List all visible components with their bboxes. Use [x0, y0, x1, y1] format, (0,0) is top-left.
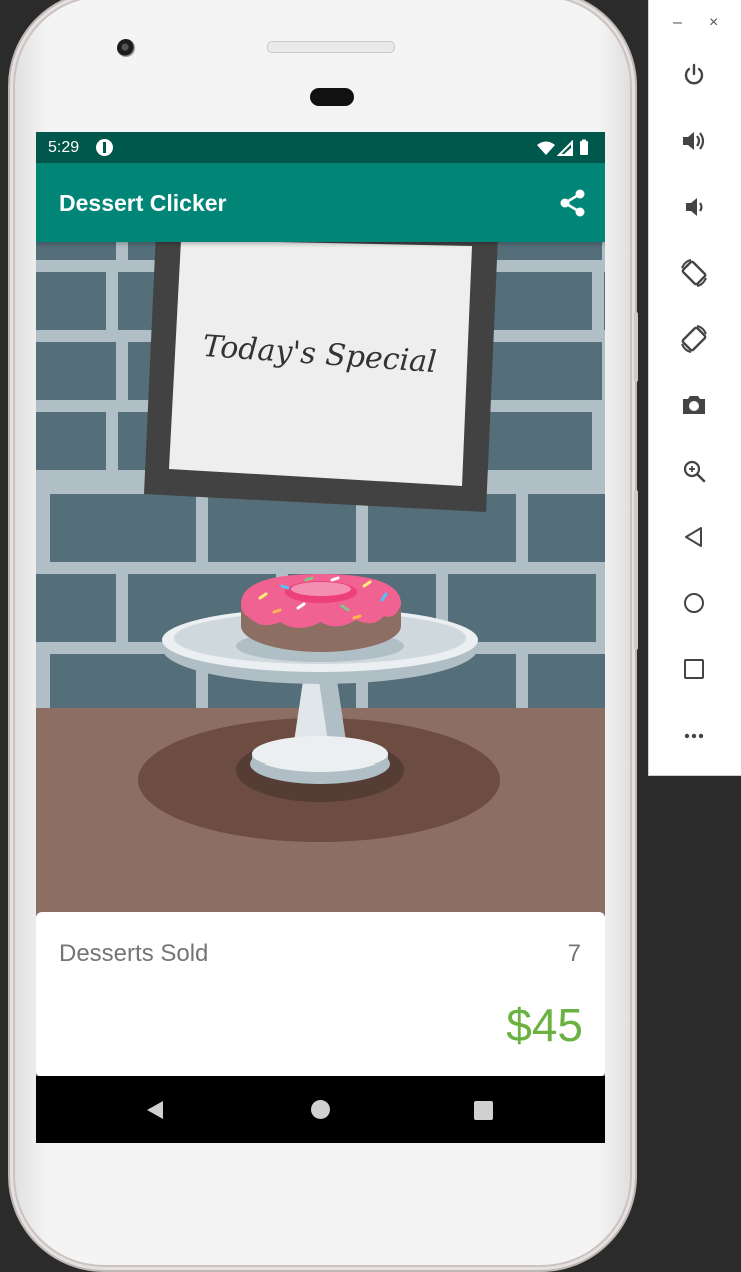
emu-back-button[interactable]	[677, 520, 711, 554]
app-title: Dessert Clicker	[59, 190, 227, 216]
close-button[interactable]: ×	[709, 14, 718, 32]
desserts-sold-label: Desserts Sold	[59, 940, 209, 967]
share-icon[interactable]	[557, 187, 589, 219]
home-icon	[684, 593, 704, 613]
zoom-button[interactable]	[677, 454, 711, 488]
donut-dessert[interactable]	[241, 574, 401, 652]
side-button	[634, 312, 638, 382]
minimize-button[interactable]: –	[673, 14, 682, 32]
volume-down-icon	[686, 198, 703, 216]
sales-info-card: Desserts Sold 7 $45	[36, 912, 605, 1076]
back-icon	[685, 527, 702, 547]
dessert-scene: Today's Special	[36, 202, 605, 912]
volume-up-button[interactable]	[677, 124, 711, 158]
battery-icon	[580, 141, 588, 155]
volume-up-icon	[683, 132, 705, 150]
more-button[interactable]	[677, 718, 711, 752]
status-bar: 5:29	[36, 132, 605, 163]
emu-overview-button[interactable]	[677, 652, 711, 686]
power-button[interactable]	[677, 58, 711, 92]
emulator-toolbar: – ×	[648, 0, 741, 776]
notification-icon	[96, 139, 113, 156]
nav-home-icon[interactable]	[311, 1100, 330, 1119]
wifi-icon	[537, 141, 555, 155]
earpiece-speaker	[267, 41, 395, 53]
status-icons	[537, 139, 588, 156]
screenshot-button[interactable]	[677, 388, 711, 422]
rotate-right-button[interactable]	[677, 322, 711, 356]
app-bar: Dessert Clicker	[36, 163, 605, 242]
zoom-icon	[683, 460, 706, 483]
rotate-left-icon	[681, 259, 707, 287]
proximity-sensor	[310, 88, 354, 106]
emu-home-button[interactable]	[677, 586, 711, 620]
volume-down-button[interactable]	[677, 190, 711, 224]
nav-back-icon[interactable]	[147, 1101, 163, 1119]
camera-icon	[683, 396, 705, 414]
overview-icon	[684, 659, 704, 679]
navigation-bar	[36, 1076, 605, 1143]
device-screen: 5:29 Dessert Clicker Today's Special Des…	[36, 132, 605, 1143]
rotate-right-icon	[681, 325, 707, 353]
revenue-amount: $45	[506, 999, 583, 1051]
volume-rocker	[634, 490, 638, 650]
todays-special-sign: Today's Special	[144, 232, 498, 512]
power-icon	[684, 63, 704, 85]
more-icon	[684, 733, 704, 739]
desserts-sold-count: 7	[567, 940, 581, 967]
front-camera	[117, 39, 135, 57]
rotate-left-button[interactable]	[677, 256, 711, 290]
status-time: 5:29	[48, 139, 80, 156]
nav-recents-icon[interactable]	[474, 1101, 493, 1120]
